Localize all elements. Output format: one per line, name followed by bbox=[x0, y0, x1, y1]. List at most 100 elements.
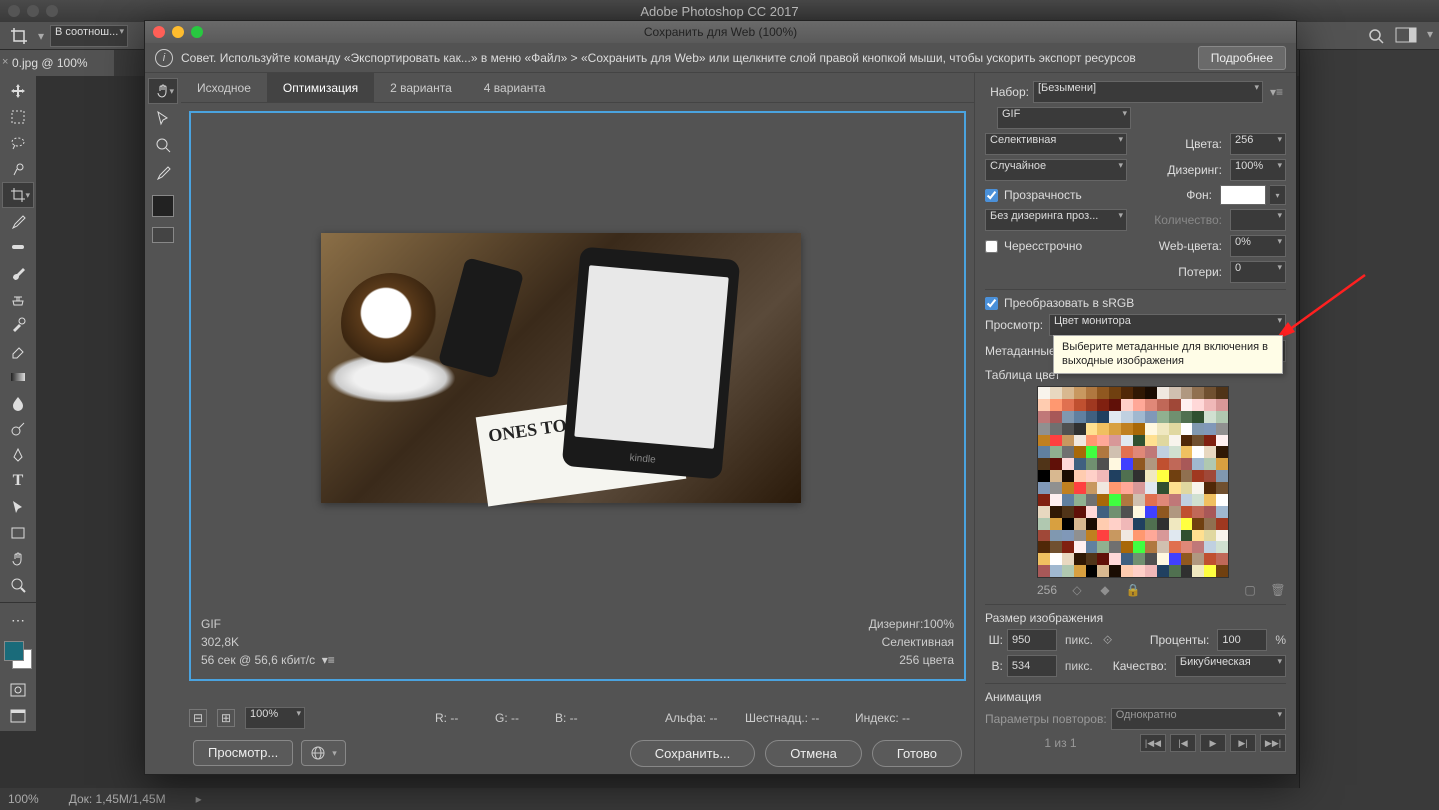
colors-select[interactable]: 256 bbox=[1230, 133, 1286, 155]
close-tab-icon[interactable]: × bbox=[2, 56, 8, 68]
srgb-checkbox[interactable] bbox=[985, 297, 998, 310]
workspace-switcher-icon[interactable] bbox=[1395, 27, 1417, 45]
percent-sign: % bbox=[1275, 633, 1286, 647]
dialog-close-icon[interactable] bbox=[153, 26, 165, 38]
width-input[interactable] bbox=[1007, 629, 1057, 651]
preview-format: GIF bbox=[201, 615, 335, 633]
document-tab[interactable]: × 0.jpg @ 100% bbox=[0, 50, 114, 76]
move-tool-icon[interactable] bbox=[2, 78, 34, 104]
transparency-checkbox[interactable] bbox=[985, 189, 998, 202]
zoom-tool-icon[interactable] bbox=[148, 132, 178, 158]
preset-menu-icon[interactable]: ▾≡ bbox=[1267, 85, 1286, 99]
pen-tool-icon[interactable] bbox=[2, 442, 34, 468]
window-controls[interactable] bbox=[8, 5, 58, 17]
format-select[interactable]: GIF bbox=[997, 107, 1131, 129]
brush-tool-icon[interactable] bbox=[2, 260, 34, 286]
slice-visibility-icon[interactable] bbox=[152, 227, 174, 243]
dodge-tool-icon[interactable] bbox=[2, 416, 34, 442]
zoom-select[interactable]: 100% bbox=[245, 707, 305, 729]
history-brush-tool-icon[interactable] bbox=[2, 312, 34, 338]
aspect-ratio-select[interactable]: В соотнош... bbox=[50, 25, 128, 47]
crop-tool-icon[interactable] bbox=[2, 182, 34, 208]
percent-input[interactable] bbox=[1217, 629, 1267, 651]
preset-select[interactable]: [Безымени] bbox=[1033, 81, 1263, 103]
shape-tool-icon[interactable] bbox=[2, 520, 34, 546]
dialog-tools bbox=[145, 73, 181, 774]
snap-web-icon[interactable]: ◇ bbox=[1069, 582, 1085, 598]
maximize-icon[interactable] bbox=[46, 5, 58, 17]
browser-preview-button[interactable]: ▾ bbox=[301, 740, 346, 766]
gradient-tool-icon[interactable] bbox=[2, 364, 34, 390]
eyedropper-color-swatch[interactable] bbox=[152, 195, 174, 217]
slice-select-icon[interactable] bbox=[148, 105, 178, 131]
type-tool-icon[interactable]: T bbox=[2, 468, 34, 494]
done-button[interactable]: Готово bbox=[872, 740, 962, 767]
height-input[interactable] bbox=[1007, 655, 1057, 677]
tab-optimized[interactable]: Оптимизация bbox=[267, 73, 374, 102]
zoom-tool-icon[interactable] bbox=[2, 572, 34, 598]
quick-select-tool-icon[interactable] bbox=[2, 156, 34, 182]
tab-source[interactable]: Исходное bbox=[181, 73, 267, 102]
edit-toolbar-icon[interactable]: ⋯ bbox=[2, 607, 34, 633]
lasso-tool-icon[interactable] bbox=[2, 130, 34, 156]
healing-brush-tool-icon[interactable] bbox=[2, 234, 34, 260]
marquee-tool-icon[interactable] bbox=[2, 104, 34, 130]
first-frame-button[interactable]: |◀◀ bbox=[1140, 734, 1166, 752]
prev-frame-button[interactable]: |◀ bbox=[1170, 734, 1196, 752]
last-frame-button[interactable]: ▶▶| bbox=[1260, 734, 1286, 752]
play-button[interactable]: ▶ bbox=[1200, 734, 1226, 752]
cancel-button[interactable]: Отмена bbox=[765, 740, 862, 767]
search-icon[interactable] bbox=[1367, 27, 1385, 45]
new-color-icon[interactable]: ▢ bbox=[1242, 582, 1258, 598]
hand-tool-icon[interactable] bbox=[148, 78, 178, 104]
clone-stamp-tool-icon[interactable] bbox=[2, 286, 34, 312]
eyedropper-icon[interactable] bbox=[148, 159, 178, 185]
interlaced-checkbox[interactable] bbox=[985, 240, 998, 253]
matte-color-swatch[interactable] bbox=[1220, 185, 1266, 205]
quality-select[interactable]: Бикубическая bbox=[1175, 655, 1286, 677]
dialog-buttons: Просмотр... ▾ Сохранить... Отмена Готово bbox=[181, 732, 974, 774]
quick-mask-icon[interactable] bbox=[2, 677, 34, 703]
preview-button[interactable]: Просмотр... bbox=[193, 740, 293, 766]
matte-dropdown-icon[interactable]: ▾ bbox=[1270, 185, 1286, 205]
color-table[interactable] bbox=[1037, 386, 1229, 578]
connection-menu-icon[interactable]: ▾≡ bbox=[322, 653, 335, 667]
save-button[interactable]: Сохранить... bbox=[630, 740, 755, 767]
eraser-tool-icon[interactable] bbox=[2, 338, 34, 364]
websnap-value[interactable]: 0% bbox=[1230, 235, 1286, 257]
dialog-minimize-icon[interactable] bbox=[172, 26, 184, 38]
dialog-titlebar[interactable]: Сохранить для Web (100%) bbox=[145, 21, 1296, 43]
next-frame-button[interactable]: ▶| bbox=[1230, 734, 1256, 752]
screen-mode-icon[interactable] bbox=[2, 703, 34, 729]
dither-amount[interactable]: 100% bbox=[1230, 159, 1286, 181]
delete-color-icon[interactable]: 🗑 bbox=[1270, 582, 1286, 598]
constrain-link-icon[interactable]: ⟐ bbox=[1097, 633, 1118, 648]
dialog-zoom-icon[interactable] bbox=[191, 26, 203, 38]
tab-4up[interactable]: 4 варианта bbox=[468, 73, 562, 102]
lock-color-icon[interactable]: 🔒 bbox=[1125, 582, 1141, 598]
shift-color-icon[interactable]: ◆ bbox=[1097, 582, 1113, 598]
path-select-tool-icon[interactable] bbox=[2, 494, 34, 520]
preview-profile-select[interactable]: Цвет монитора bbox=[1049, 314, 1286, 336]
lossy-value[interactable]: 0 bbox=[1230, 261, 1286, 283]
color-swatches[interactable] bbox=[0, 641, 36, 677]
zoom-out-button[interactable]: ⊟ bbox=[189, 709, 207, 727]
tab-2up[interactable]: 2 варианта bbox=[374, 73, 468, 102]
zoom-in-button[interactable]: ⊞ bbox=[217, 709, 235, 727]
document-tab-title: 0.jpg @ 100% bbox=[12, 56, 88, 70]
hand-tool-icon[interactable] bbox=[2, 546, 34, 572]
eyedropper-tool-icon[interactable] bbox=[2, 208, 34, 234]
dither-method-select[interactable]: Случайное bbox=[985, 159, 1127, 181]
loop-select[interactable]: Однократно bbox=[1111, 708, 1286, 730]
color-reduction-select[interactable]: Селективная bbox=[985, 133, 1127, 155]
foreground-color-swatch[interactable] bbox=[4, 641, 24, 661]
minimize-icon[interactable] bbox=[27, 5, 39, 17]
width-label: Ш: bbox=[985, 633, 1003, 647]
trans-dither-select[interactable]: Без дизеринга проз... bbox=[985, 209, 1127, 231]
close-icon[interactable] bbox=[8, 5, 20, 17]
preview-info-left: GIF 302,8K 56 сек @ 56,6 кбит/с ▾≡ bbox=[201, 615, 335, 669]
learn-more-button[interactable]: Подробнее bbox=[1198, 46, 1286, 70]
preview-frame[interactable]: ONES TO WATCH kindle GIF 302,8K 56 сек @… bbox=[189, 111, 966, 681]
crop-tool-icon[interactable] bbox=[6, 27, 32, 45]
blur-tool-icon[interactable] bbox=[2, 390, 34, 416]
